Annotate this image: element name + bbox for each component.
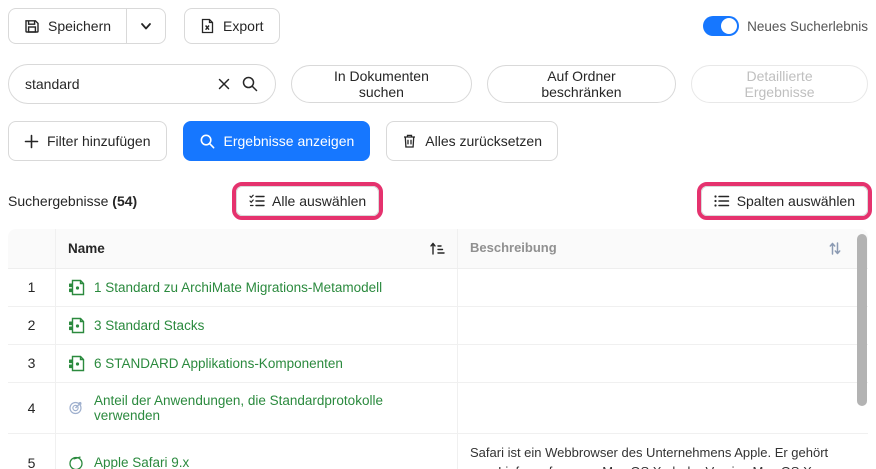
toggle-knob — [721, 18, 738, 34]
results-row: Suchergebnisse (54) Alle auswählen Spalt… — [8, 182, 872, 220]
row-name-cell: 6 STANDARD Applikations-Komponenten — [56, 344, 458, 382]
search-row: In Dokumenten suchen Auf Ordner beschrän… — [8, 64, 868, 104]
results-label-text: Suchergebnisse — [8, 193, 113, 209]
show-results-label: Ergebnisse anzeigen — [223, 133, 355, 149]
plus-icon — [24, 134, 39, 149]
search-page: Speichern Export Neues Sucherlebnis stan… — [0, 0, 876, 469]
row-index: 3 — [8, 344, 56, 382]
table-row[interactable]: 3 6 STANDARD Applikations-Komponenten — [8, 344, 868, 383]
detailed-results-label: Detaillierte Ergebnisse — [744, 68, 815, 100]
select-all-button[interactable]: Alle auswählen — [236, 186, 380, 216]
row-name-cell: Apple Safari 9.x — [56, 433, 458, 469]
filter-row: Filter hinzufügen Ergebnisse anzeigen Al… — [8, 121, 868, 161]
select-columns-button[interactable]: Spalten auswählen — [700, 186, 868, 216]
row-name-cell: 1 Standard zu ArchiMate Migrations-Metam… — [56, 268, 458, 306]
model-icon — [68, 317, 85, 334]
header-name-cell[interactable]: Name — [56, 229, 458, 268]
model-icon — [68, 279, 85, 296]
new-search-experience-toggle-group: Neues Sucherlebnis — [703, 16, 868, 36]
restrict-to-folders-button[interactable]: Auf Ordner beschränken — [486, 65, 677, 103]
select-columns-label: Spalten auswählen — [736, 193, 855, 209]
export-button[interactable]: Export — [184, 8, 280, 44]
trash-icon — [402, 133, 417, 149]
results-count-label: Suchergebnisse (54) — [8, 193, 137, 209]
add-filter-label: Filter hinzufügen — [47, 133, 151, 149]
search-input[interactable] — [25, 76, 212, 92]
select-all-annotation: Alle auswählen — [232, 182, 384, 220]
table-row[interactable]: 4 Anteil der Anwendungen, die Standardpr… — [8, 382, 868, 434]
save-icon — [24, 18, 40, 34]
save-button[interactable]: Speichern — [8, 8, 127, 44]
model-icon — [68, 355, 85, 372]
table-row[interactable]: 1 1 Standard zu ArchiMate Migrations-Met… — [8, 268, 868, 307]
export-file-icon — [200, 18, 215, 34]
results-table: Name Beschreibung 1 1 Standard zu ArchiM… — [8, 229, 868, 469]
result-link[interactable]: 1 Standard zu ArchiMate Migrations-Metam… — [94, 280, 382, 295]
result-link[interactable]: 3 Standard Stacks — [94, 318, 204, 333]
table-scrollbar[interactable] — [857, 234, 867, 406]
table-header-row: Name Beschreibung — [8, 229, 868, 269]
header-name-label: Name — [68, 240, 105, 256]
top-toolbar: Speichern Export Neues Sucherlebnis — [8, 8, 868, 44]
checklist-icon — [249, 194, 265, 208]
kpi-target-icon — [68, 399, 85, 416]
search-icon[interactable] — [237, 71, 263, 97]
search-icon-white — [199, 133, 216, 150]
chevron-down-icon — [139, 19, 153, 33]
row-index: 1 — [8, 268, 56, 306]
header-description-label: Beschreibung — [470, 240, 557, 255]
sort-ascending-icon[interactable] — [429, 241, 445, 256]
row-description-cell — [458, 383, 868, 433]
row-description-cell — [458, 345, 868, 382]
header-description-cell[interactable]: Beschreibung — [458, 229, 868, 268]
reset-all-label: Alles zurücksetzen — [425, 133, 542, 149]
result-link[interactable]: Anteil der Anwendungen, die Standardprot… — [94, 393, 445, 423]
table-row[interactable]: 5 Apple Safari 9.x Safari ist ein Webbro… — [8, 433, 868, 469]
export-button-label: Export — [223, 18, 264, 34]
row-description-cell: Safari ist ein Webbrowser des Unternehme… — [470, 444, 829, 469]
reset-all-button[interactable]: Alles zurücksetzen — [386, 121, 558, 161]
new-search-experience-toggle[interactable] — [703, 16, 740, 36]
row-index: 5 — [8, 433, 56, 469]
save-button-label: Speichern — [48, 18, 112, 34]
results-count: (54) — [112, 193, 138, 209]
row-index: 2 — [8, 306, 56, 344]
search-in-documents-button[interactable]: In Dokumenten suchen — [291, 65, 472, 103]
row-description-cell — [458, 307, 868, 344]
row-name-cell: Anteil der Anwendungen, die Standardprot… — [56, 382, 458, 433]
save-dropdown-button[interactable] — [126, 8, 167, 44]
select-columns-annotation: Spalten auswählen — [696, 182, 872, 220]
header-index-cell — [8, 229, 56, 268]
row-index: 4 — [8, 382, 56, 433]
restrict-to-folders-label: Auf Ordner beschränken — [541, 68, 622, 100]
row-description-cell — [458, 269, 868, 306]
toggle-label: Neues Sucherlebnis — [747, 18, 868, 34]
list-icon — [714, 194, 730, 208]
save-split-button: Speichern — [8, 8, 167, 44]
row-name-cell: 3 Standard Stacks — [56, 306, 458, 344]
table-row[interactable]: 2 3 Standard Stacks — [8, 306, 868, 345]
result-link[interactable]: 6 STANDARD Applikations-Komponenten — [94, 356, 343, 371]
search-in-documents-label: In Dokumenten suchen — [333, 68, 429, 100]
add-filter-button[interactable]: Filter hinzufügen — [8, 121, 167, 161]
clear-search-icon[interactable] — [211, 71, 237, 97]
search-box — [8, 64, 277, 104]
component-icon — [68, 454, 85, 469]
detailed-results-button[interactable]: Detaillierte Ergebnisse — [691, 65, 868, 103]
result-link[interactable]: Apple Safari 9.x — [94, 455, 189, 469]
select-all-label: Alle auswählen — [272, 193, 367, 209]
sort-both-icon[interactable] — [828, 241, 842, 256]
show-results-button[interactable]: Ergebnisse anzeigen — [182, 121, 371, 161]
